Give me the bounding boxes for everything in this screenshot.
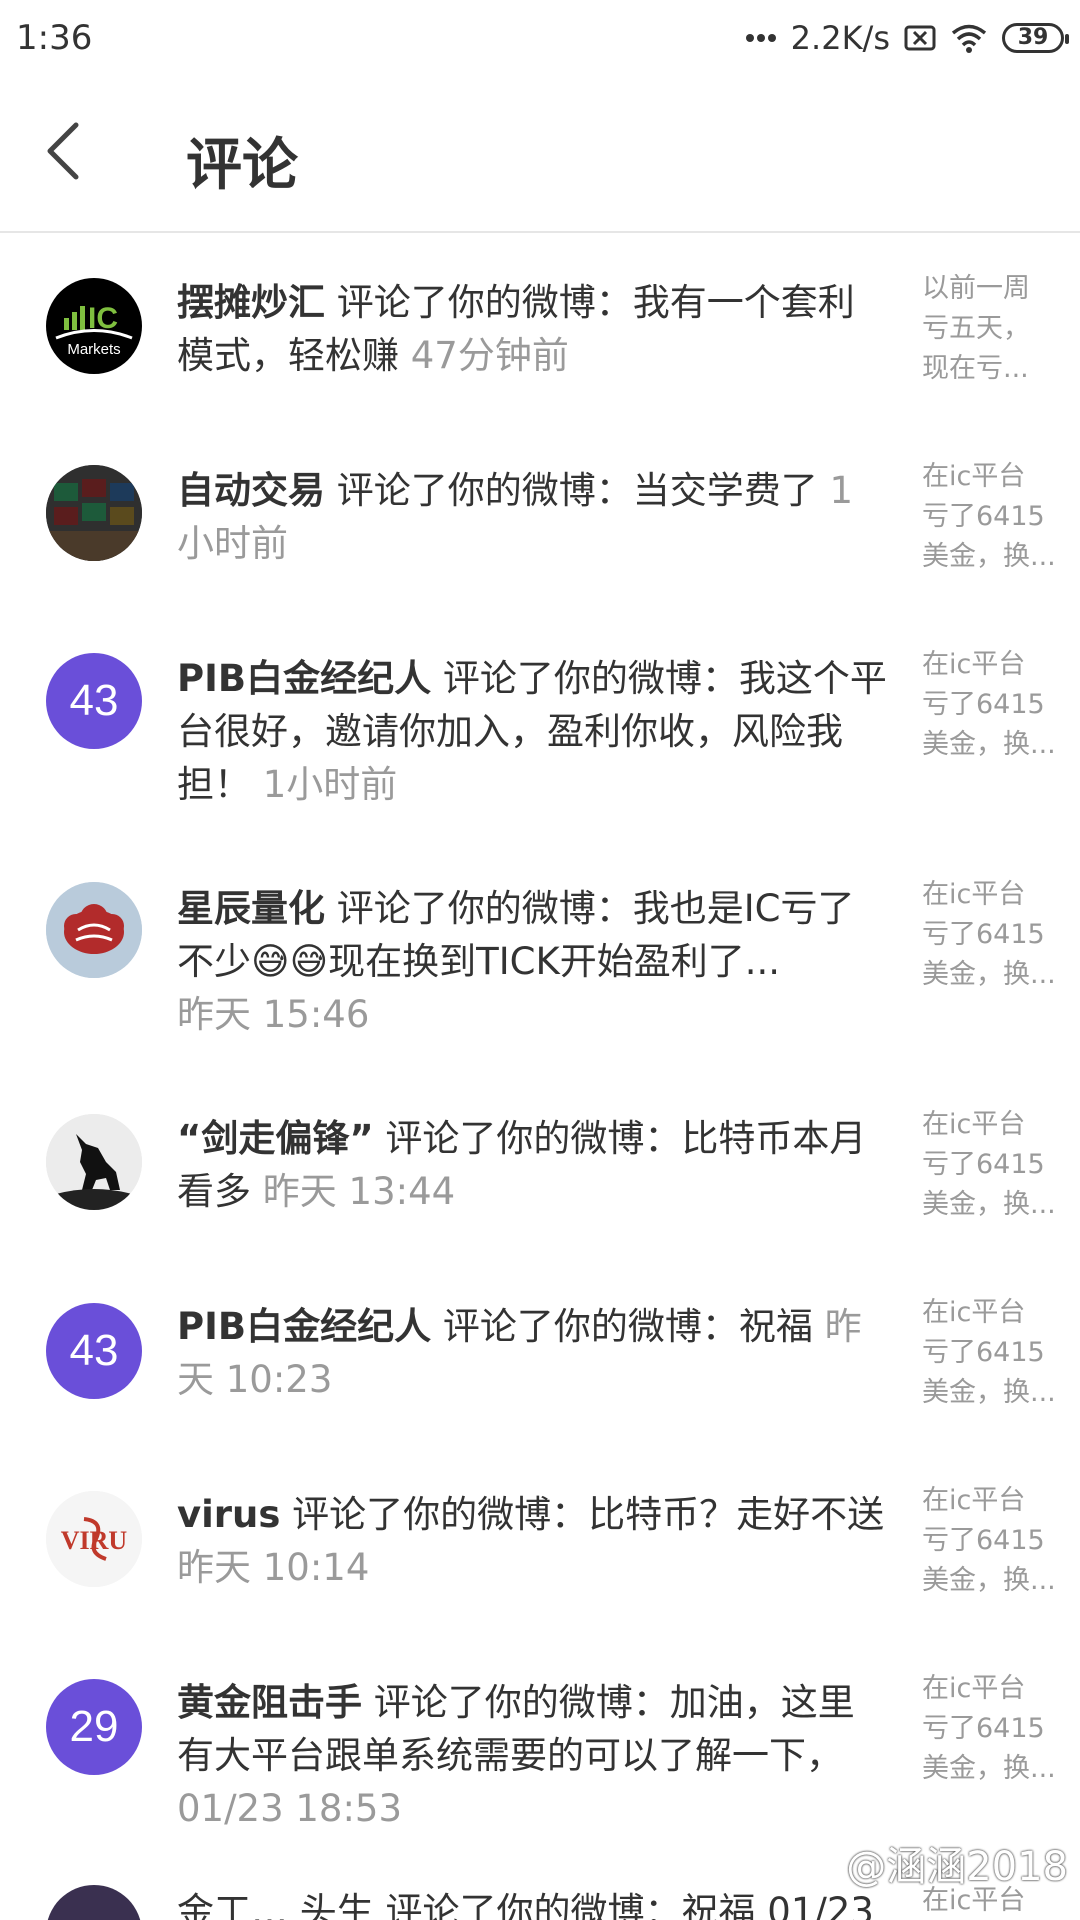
original-post-preview[interactable]: 在ic平台 亏了6415 美金，换... xyxy=(922,1481,1062,1601)
list-item[interactable]: 43 PIB白金经纪人 评论了你的微博：我这个平台很好，邀请你加入，盈利你收，风… xyxy=(0,609,1080,839)
comment-content[interactable]: 金工… 头生 评论了你的微博：祝福 01/23 xyxy=(177,1885,889,1920)
red-cloud-icon xyxy=(46,882,142,978)
back-button[interactable] xyxy=(34,121,94,181)
chevron-left-icon xyxy=(47,122,79,180)
list-item[interactable]: 29 黄金阻击手 评论了你的微博：加油，这里有大平台跟单系统需要的可以了解一下，… xyxy=(0,1633,1080,1863)
virus-logo-icon: VIRU xyxy=(46,1491,142,1587)
avatar[interactable] xyxy=(46,465,142,561)
trading-screens-icon xyxy=(46,465,142,561)
howling-wolf-icon xyxy=(46,1114,142,1210)
original-post-preview[interactable]: 在ic平台 亏了6415 美金，换... xyxy=(922,645,1062,765)
ic-markets-logo-icon: IC Markets xyxy=(55,302,133,358)
original-post-preview[interactable]: 在ic平台 亏了6415 美金，换... xyxy=(922,1105,1062,1225)
status-indicators: 2.2K/s 39 xyxy=(745,18,1069,57)
preview-line: 亏了6415 xyxy=(922,1149,1045,1180)
avatar[interactable] xyxy=(46,1114,142,1210)
commenter-name[interactable]: PIB白金经纪人 xyxy=(177,657,431,700)
list-item[interactable]: 星辰量化 评论了你的微博：我也是IC亏了不少😅😅现在换到TICK开始盈利了...… xyxy=(0,839,1080,1069)
commenter-name[interactable]: “剑走偏锋” xyxy=(177,1117,374,1160)
list-item[interactable]: “剑走偏锋” 评论了你的微博：比特币本月看多 昨天 13:44 在ic平台 亏了… xyxy=(0,1069,1080,1257)
watermark: @涵涵2018 xyxy=(846,1844,1068,1890)
preview-line: 亏五天， xyxy=(922,313,1030,344)
preview-line: 亏了6415 xyxy=(922,1713,1045,1744)
commenter-name[interactable]: 星辰量化 xyxy=(177,887,325,930)
avatar[interactable]: VIRU xyxy=(46,1491,142,1587)
comment-text: 评论了你的微博：当交学费了 xyxy=(325,469,830,512)
wifi-icon xyxy=(950,23,988,53)
comment-text: 评论了你的微博：祝福 xyxy=(431,1305,825,1348)
commenter-name[interactable]: 黄金阻击手 xyxy=(177,1681,362,1724)
preview-line: 亏了6415 xyxy=(922,689,1045,720)
preview-line: 亏了6415 xyxy=(922,501,1045,532)
avatar[interactable] xyxy=(46,882,142,978)
preview-line: 在ic平台 xyxy=(922,1485,1026,1516)
preview-line: 亏了6415 xyxy=(922,1525,1045,1556)
comment-content[interactable]: 摆摊炒汇 评论了你的微博：我有一个套利模式，轻松赚 47分钟前 xyxy=(177,276,889,382)
comment-time: 昨天 13:44 xyxy=(262,1170,456,1213)
comment-content[interactable]: PIB白金经纪人 评论了你的微博：祝福 昨天 10:23 xyxy=(177,1300,889,1406)
preview-line: 在ic平台 xyxy=(922,1673,1026,1704)
comment-list[interactable]: IC Markets 摆摊炒汇 评论了你的微博：我有一个套利模式，轻松赚 47分… xyxy=(0,233,1080,1920)
original-post-preview[interactable]: 在ic平台 亏了6415 美金，换... xyxy=(922,1293,1062,1413)
comment-text: 评论了你的微博：比特币？走好不送 xyxy=(280,1493,885,1536)
original-post-preview[interactable]: 在ic平台 亏了6415 美金，换... xyxy=(922,457,1062,577)
preview-line: 以前一周 xyxy=(922,273,1030,304)
preview-line: 亏了6415 xyxy=(922,919,1045,950)
avatar[interactable]: IC Markets xyxy=(46,278,142,374)
comment-content[interactable]: 黄金阻击手 评论了你的微博：加油，这里有大平台跟单系统需要的可以了解一下， 01/… xyxy=(177,1676,889,1835)
svg-text:Markets: Markets xyxy=(67,341,120,358)
signal-dots-icon xyxy=(745,32,777,44)
preview-line: 在ic平台 xyxy=(922,1109,1026,1140)
preview-line: 在ic平台 xyxy=(922,879,1026,910)
comment-content[interactable]: 自动交易 评论了你的微博：当交学费了 1小时前 xyxy=(177,464,889,570)
preview-line: 美金，换... xyxy=(922,729,1056,760)
page-title: 评论 xyxy=(186,133,298,198)
avatar[interactable]: 43 xyxy=(46,653,142,749)
comment-time: 01/23 18:53 xyxy=(177,1787,403,1830)
comment-content[interactable]: PIB白金经纪人 评论了你的微博：我这个平台很好，邀请你加入，盈利你收，风险我担… xyxy=(177,652,889,811)
status-time: 1:36 xyxy=(16,17,93,58)
preview-line: 美金，换... xyxy=(922,1753,1056,1784)
comment-time: 昨天 15:46 xyxy=(177,993,370,1036)
original-post-preview[interactable]: 在ic平台 亏了6415 美金，换... xyxy=(922,1669,1062,1789)
comment-time: 47分钟前 xyxy=(410,334,569,377)
network-speed: 2.2K/s xyxy=(790,18,890,57)
header: 评论 xyxy=(0,75,1080,233)
comment-text: 金工… 头生 评论了你的微博：祝福 01/23 xyxy=(177,1890,874,1920)
list-item[interactable]: 自动交易 评论了你的微博：当交学费了 1小时前 在ic平台 亏了6415 美金，… xyxy=(0,421,1080,609)
comment-content[interactable]: virus 评论了你的微博：比特币？走好不送 昨天 10:14 xyxy=(177,1488,889,1594)
preview-line: 美金，换... xyxy=(922,959,1056,990)
list-item[interactable]: IC Markets 摆摊炒汇 评论了你的微博：我有一个套利模式，轻松赚 47分… xyxy=(0,233,1080,421)
battery-level: 39 xyxy=(1017,25,1049,50)
preview-line: 美金，换... xyxy=(922,1565,1056,1596)
list-item[interactable]: VIRU virus 评论了你的微博：比特币？走好不送 昨天 10:14 在ic… xyxy=(0,1445,1080,1633)
original-post-preview[interactable]: 在ic平台 亏了6415 美金，换... xyxy=(922,875,1062,995)
commenter-name[interactable]: 摆摊炒汇 xyxy=(177,281,325,324)
preview-line: 在ic平台 xyxy=(922,649,1026,680)
comment-content[interactable]: “剑走偏锋” 评论了你的微博：比特币本月看多 昨天 13:44 xyxy=(177,1112,889,1218)
preview-line: 亏了6415 xyxy=(922,1337,1045,1368)
status-bar: 1:36 2.2K/s 39 xyxy=(0,0,1080,75)
no-sim-icon xyxy=(904,25,936,51)
list-item[interactable]: 43 PIB白金经纪人 评论了你的微博：祝福 昨天 10:23 在ic平台 亏了… xyxy=(0,1257,1080,1445)
commenter-name[interactable]: 自动交易 xyxy=(177,469,325,512)
original-post-preview[interactable]: 以前一周 亏五天， 现在亏... xyxy=(922,269,1062,389)
avatar[interactable]: 43 xyxy=(46,1303,142,1399)
preview-line: 在ic平台 xyxy=(922,1297,1026,1328)
preview-line: 美金，换... xyxy=(922,1189,1056,1220)
avatar[interactable] xyxy=(46,1885,142,1920)
commenter-name[interactable]: PIB白金经纪人 xyxy=(177,1305,431,1348)
preview-line: 现在亏... xyxy=(922,353,1029,384)
avatar[interactable]: 29 xyxy=(46,1679,142,1775)
preview-line: 美金，换... xyxy=(922,1377,1056,1408)
comment-content[interactable]: 星辰量化 评论了你的微博：我也是IC亏了不少😅😅现在换到TICK开始盈利了...… xyxy=(177,882,889,1041)
commenter-name[interactable]: virus xyxy=(177,1493,280,1536)
comment-time: 昨天 10:14 xyxy=(177,1546,370,1589)
comment-time: 1小时前 xyxy=(262,763,398,806)
battery-icon: 39 xyxy=(1002,22,1069,53)
preview-line: 在ic平台 xyxy=(922,461,1026,492)
preview-line: 美金，换... xyxy=(922,541,1056,572)
